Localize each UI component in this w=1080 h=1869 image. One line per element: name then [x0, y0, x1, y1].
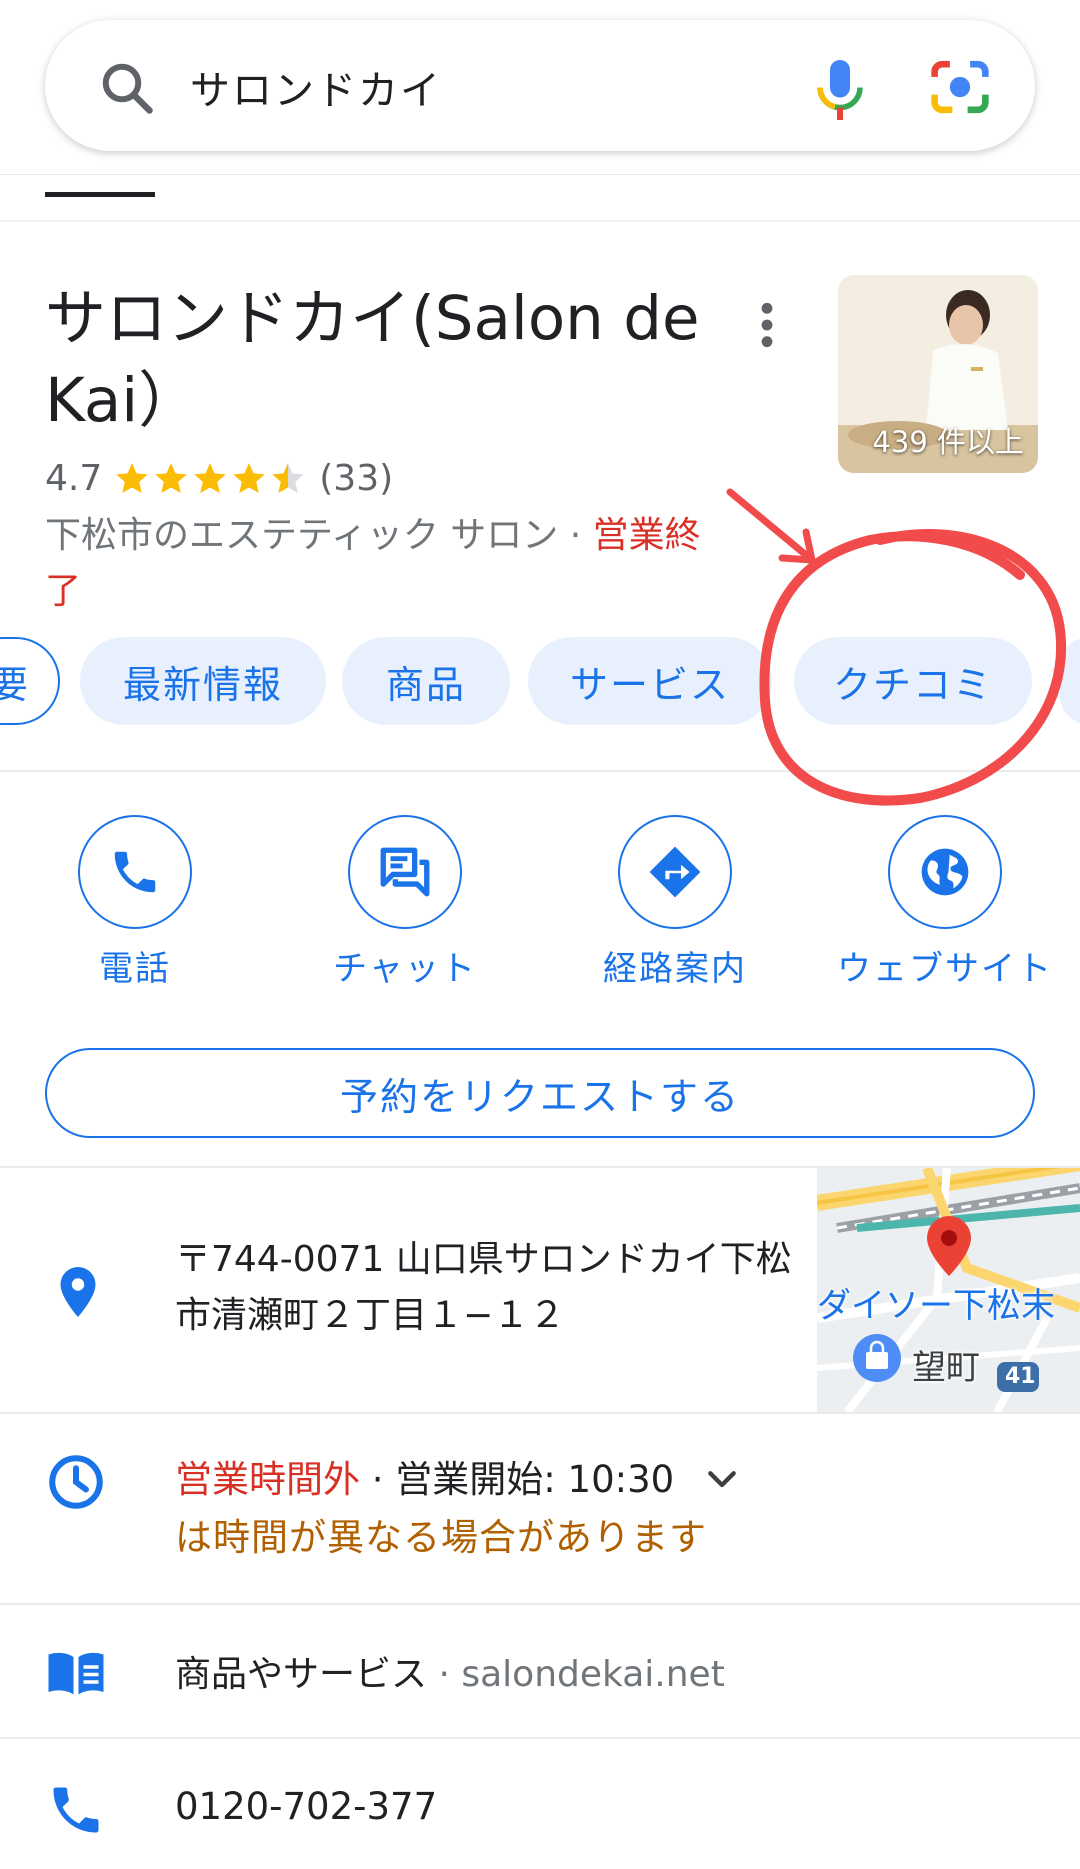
rating-row[interactable]: 4.7 (33) — [45, 455, 393, 501]
chip-overview[interactable]: 要 — [0, 637, 60, 725]
products-row[interactable]: 商品やサービス · salondekai.net — [175, 1645, 725, 1697]
star-icon — [233, 463, 266, 493]
chip-updates[interactable]: 最新情報 — [80, 637, 326, 725]
phone-icon — [53, 1787, 99, 1833]
products-sep: · — [427, 1654, 462, 1695]
reserve-button[interactable]: 予約をリクエストする — [45, 1048, 1035, 1138]
search-header: サロンドカイ — [0, 0, 1080, 175]
hours-note: は時間が異なる場合があります — [175, 1516, 707, 1559]
website-button[interactable] — [888, 815, 1002, 929]
camera-lens-icon[interactable] — [927, 56, 993, 118]
more-options-icon[interactable] — [757, 300, 777, 350]
hours-sep: · — [360, 1458, 396, 1501]
call-button[interactable] — [78, 815, 192, 929]
chevron-down-icon[interactable] — [700, 1460, 744, 1500]
chat-button[interactable] — [348, 815, 462, 929]
website-action[interactable]: ウェブサイト — [825, 815, 1065, 989]
star-half-icon — [272, 463, 305, 493]
route-badge: 41 — [1005, 1364, 1036, 1389]
map-thumbnail[interactable]: ダイソー下松末 望町 41 — [817, 1168, 1080, 1412]
chat-action[interactable]: チャット — [285, 815, 525, 989]
search-input[interactable]: サロンドカイ — [190, 58, 442, 116]
photo-count: 439 件以上 — [872, 425, 1024, 459]
phone-number[interactable]: 0120-702-377 — [175, 1785, 437, 1828]
hours-summary[interactable]: 営業時間外 · 営業開始: 10:30 — [175, 1455, 674, 1505]
directions-button[interactable] — [618, 815, 732, 929]
chip-label: 要 — [0, 662, 30, 707]
phone-icon — [114, 851, 156, 893]
star-icon — [155, 463, 188, 493]
divider — [0, 1412, 1080, 1414]
chip-label: 商品 — [385, 662, 466, 707]
location-pin-icon — [60, 1267, 96, 1317]
call-action[interactable]: 電話 — [15, 815, 255, 989]
map-town-label: 望町 — [912, 1348, 980, 1388]
action-label: ウェブサイト — [837, 949, 1053, 989]
action-label: チャット — [333, 949, 477, 989]
directions-icon — [649, 846, 701, 898]
products-site: salondekai.net — [461, 1654, 725, 1695]
chip-services[interactable]: サービス — [528, 637, 772, 725]
rating-value: 4.7 — [45, 457, 103, 499]
products-label: 商品やサービス — [175, 1654, 428, 1695]
action-label: 経路案内 — [603, 949, 747, 989]
business-photo[interactable]: 439 件以上 — [838, 275, 1038, 473]
divider — [0, 220, 1080, 222]
chip-label: 最新情報 — [122, 662, 283, 707]
search-bar[interactable]: サロンドカイ — [45, 20, 1035, 151]
hours-status: 営業時間外 — [175, 1458, 360, 1501]
business-category: 下松市のエステティック サロン · — [45, 515, 593, 556]
review-count: (33) — [319, 457, 394, 499]
active-tab-indicator — [45, 192, 155, 197]
star-icon — [116, 463, 149, 493]
chat-icon — [380, 847, 430, 897]
chip-more[interactable] — [1060, 637, 1080, 725]
clock-icon — [49, 1455, 103, 1509]
menu-book-icon — [48, 1652, 104, 1695]
divider — [0, 770, 1080, 772]
divider — [0, 1603, 1080, 1605]
star-rating — [114, 460, 309, 496]
mic-icon[interactable] — [810, 55, 870, 125]
category-line: 下松市のエステティック サロン · 営業終了 — [45, 508, 725, 620]
address-text[interactable]: 〒744-0071 山口県サロンドカイ下松市清瀬町２丁目１−１２ — [175, 1232, 795, 1344]
chip-label: クチコミ — [832, 662, 993, 707]
star-icon — [194, 463, 227, 493]
map-poi-label: ダイソー下松末 — [817, 1286, 1055, 1326]
hours-opens: 営業開始: 10:30 — [395, 1458, 675, 1501]
chip-reviews[interactable]: クチコミ — [794, 637, 1032, 725]
business-title: サロンドカイ(Salon de Kai） — [45, 283, 700, 436]
search-icon[interactable] — [97, 58, 157, 118]
chip-products[interactable]: 商品 — [342, 637, 510, 725]
action-label: 電話 — [99, 949, 171, 989]
globe-icon — [921, 848, 969, 896]
directions-action[interactable]: 経路案内 — [555, 815, 795, 989]
divider — [0, 1737, 1080, 1739]
chip-label: サービス — [569, 662, 730, 707]
